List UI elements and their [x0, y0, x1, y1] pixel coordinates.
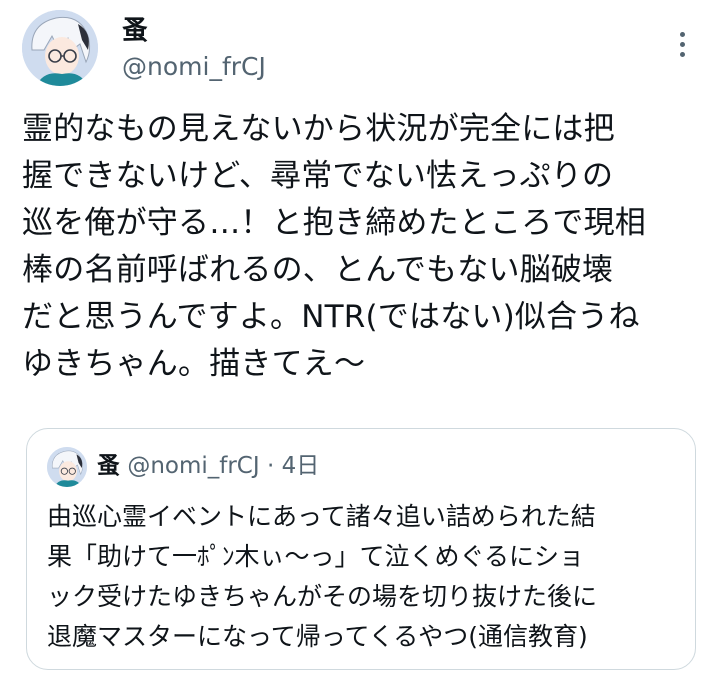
tweet-text-line: だと思うんですよ。NTR(ではない)似合うね [22, 299, 640, 335]
avatar-icon [22, 10, 98, 86]
tweet-text-line: 握できないけど、尋常でない怯えっぷりの [22, 158, 614, 194]
author-handle[interactable]: @nomi_frCJ [122, 50, 266, 84]
more-dot [679, 31, 685, 37]
tweet-text: 霊的なもの見えないから状況が完全には把 握できないけど、尋常でない怯えっぷりの … [22, 106, 712, 388]
author-display-name[interactable]: 蚤 [122, 14, 148, 48]
quoted-author-handle: @nomi_frCJ [127, 453, 260, 479]
quoted-text-line: 由巡心霊イベントにあって諸々追い詰められた結 [47, 502, 596, 531]
avatar-icon [47, 447, 87, 487]
quoted-author-display-name: 蚤 [97, 453, 120, 479]
tweet-text-line: 巡を俺が守る…！と抱き締めたところで現相 [22, 205, 646, 241]
quoted-tweet-text: 由巡心霊イベントにあって諸々追い詰められた結 果「助けて一ﾎﾟﾝ木ぃ〜っ」て泣く… [47, 497, 687, 657]
tweet-text-line: ゆきちゃん。描きてえ〜 [22, 346, 366, 382]
more-dot [679, 41, 685, 47]
more-options-icon[interactable] [664, 22, 700, 66]
quoted-separator: · [266, 453, 275, 479]
tweet-text-line: 棒の名前呼ばれるの、とんでもない脳破壊 [22, 252, 614, 288]
quoted-text-line: 果「助けて一ﾎﾟﾝ木ぃ〜っ」て泣くめぐるにショ [47, 542, 585, 571]
quoted-text-line: ック受けたゆきちゃんがその場を切り抜けた後に [47, 582, 598, 611]
author-avatar[interactable] [22, 10, 98, 86]
quoted-tweet-header: 蚤 @nomi_frCJ · 4日 [97, 449, 319, 483]
more-dot [679, 51, 685, 57]
tweet-text-line: 霊的なもの見えないから状況が完全には把 [22, 111, 615, 147]
quoted-tweet-card[interactable]: 蚤 @nomi_frCJ · 4日 由巡心霊イベントにあって諸々追い詰められた結… [26, 428, 696, 670]
quoted-author-avatar [47, 447, 87, 487]
quoted-timestamp[interactable]: 4日 [282, 453, 320, 479]
tweet: 蚤 @nomi_frCJ 霊的なもの見えないから状況が完全には把 握できないけど… [0, 0, 720, 680]
quoted-text-line: 退魔マスターになって帰ってくるやつ(通信教育) [47, 622, 588, 651]
